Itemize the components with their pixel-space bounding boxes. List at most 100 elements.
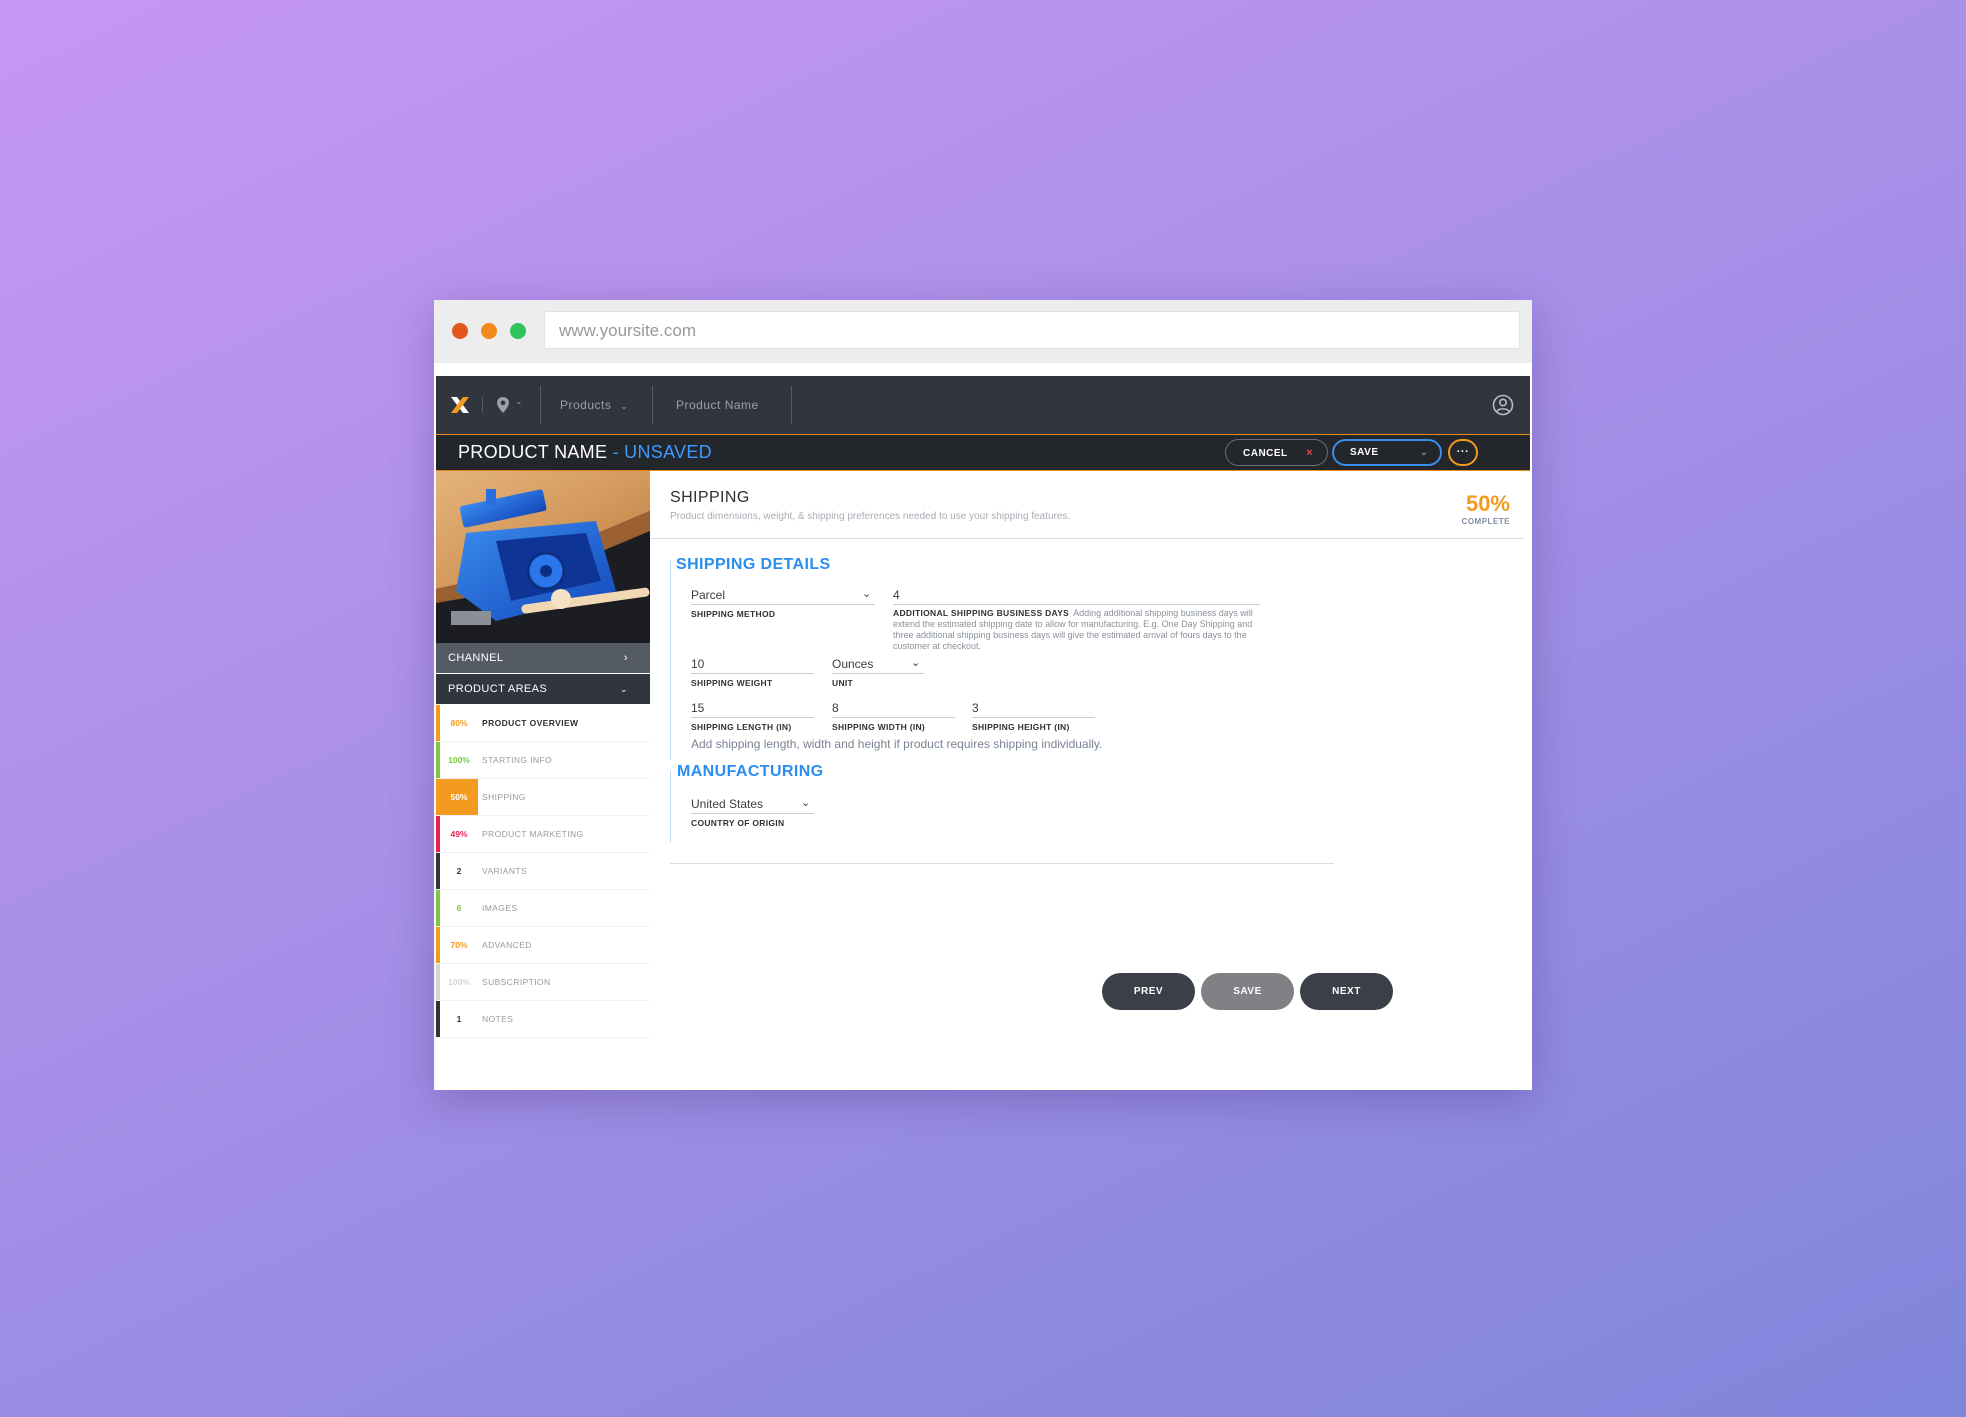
sidebar-item-starting-info[interactable]: 100% STARTING INFO: [436, 742, 650, 779]
sidebar-item-label: PRODUCT MARKETING: [482, 829, 584, 839]
shipping-width-input[interactable]: 8: [832, 701, 839, 715]
sidebar-item-notes[interactable]: 1 NOTES: [436, 1001, 650, 1038]
bench-vise-image: [436, 471, 650, 643]
footer-divider: [670, 863, 1334, 864]
sidebar-item-label: SUBSCRIPTION: [482, 977, 551, 987]
sidebar-item-label: SHIPPING: [482, 792, 526, 802]
nav-products-label: Products: [560, 398, 612, 412]
country-of-origin-label: COUNTRY OF ORIGIN: [691, 818, 785, 828]
completion-percent: 50%: [1465, 491, 1510, 516]
location-pin-icon[interactable]: [496, 396, 510, 414]
sidebar-item-progress: 100%: [448, 755, 470, 765]
location-chevron-down-icon[interactable]: ⌄: [515, 396, 523, 407]
section-title: SHIPPING: [670, 489, 750, 506]
shipping-method-label: SHIPPING METHOD: [691, 609, 776, 619]
main-content: SHIPPING Product dimensions, weight, & s…: [650, 471, 1530, 1090]
save-button[interactable]: SAVE: [1201, 973, 1294, 1010]
sidebar-item-progress: 100%: [448, 977, 470, 987]
sidebar-item-progress: 6: [456, 903, 462, 913]
sidebar-item-label: VARIANTS: [482, 866, 528, 876]
channel-label: CHANNEL: [448, 652, 504, 664]
maximize-window-dot[interactable]: [510, 323, 526, 339]
field-underline: [691, 604, 875, 605]
nav-product-name[interactable]: Product Name: [676, 376, 759, 434]
dimensions-hint: Add shipping length, width and height if…: [691, 737, 1103, 751]
sidebar-item-progress: 1: [456, 1014, 462, 1024]
user-circle-icon[interactable]: [1492, 394, 1514, 416]
sidebar-item-subscription[interactable]: 100% SUBSCRIPTION: [436, 964, 650, 1001]
shipping-width-label: SHIPPING WIDTH (IN): [832, 722, 926, 732]
sidebar-item-progress: 80%: [450, 718, 468, 728]
shipping-length-label: SHIPPING LENGTH (IN): [691, 722, 792, 732]
chevron-down-icon: ⌄: [620, 401, 629, 411]
brand-logo-icon[interactable]: [449, 394, 471, 416]
chevron-down-icon: ⌄: [1419, 447, 1428, 457]
field-underline: [972, 717, 1095, 718]
shipping-height-label: SHIPPING HEIGHT (IN): [972, 722, 1070, 732]
field-underline: [691, 717, 814, 718]
close-icon: ×: [1306, 447, 1313, 459]
manufacturing-title: MANUFACTURING: [677, 763, 824, 780]
page-title: PRODUCT NAME - UNSAVED: [458, 435, 712, 470]
unsaved-status: - UNSAVED: [607, 442, 712, 462]
field-underline: [832, 673, 924, 674]
sidebar-item-label: IMAGES: [482, 903, 518, 913]
nav-divider: [482, 397, 483, 413]
sidebar-item-product-marketing[interactable]: 49% PRODUCT MARKETING: [436, 816, 650, 853]
sidebar-item-shipping[interactable]: 50% SHIPPING: [436, 779, 650, 816]
unit-select[interactable]: Ounces: [832, 657, 873, 671]
country-of-origin-select[interactable]: United States: [691, 797, 763, 811]
cancel-button-label: CANCEL: [1243, 448, 1288, 459]
section-divider: [650, 538, 1524, 539]
chevron-down-icon: ⌄: [911, 657, 921, 669]
sidebar-item-progress: 70%: [450, 940, 468, 950]
minimize-window-dot[interactable]: [481, 323, 497, 339]
business-days-help: ADDITIONAL SHIPPING BUSINESS DAYS Adding …: [893, 608, 1258, 652]
business-days-input[interactable]: 4: [893, 588, 900, 602]
more-options-button[interactable]: ···: [1448, 439, 1478, 466]
field-underline: [832, 717, 955, 718]
product-areas-toggle[interactable]: PRODUCT AREAS ⌄: [436, 674, 650, 704]
nav-divider: [652, 386, 653, 424]
sidebar-item-advanced[interactable]: 70% ADVANCED: [436, 927, 650, 964]
group-guide-line: [670, 560, 671, 760]
save-dropdown-button[interactable]: SAVE ⌄: [1332, 439, 1442, 466]
sidebar-item-label: PRODUCT OVERVIEW: [482, 718, 579, 728]
channel-toggle[interactable]: CHANNEL ›: [436, 643, 650, 673]
nav-products[interactable]: Products ⌄: [560, 376, 628, 434]
field-underline: [691, 673, 814, 674]
shipping-method-select[interactable]: Parcel: [691, 588, 725, 602]
sidebar-item-variants[interactable]: 2 VARIANTS: [436, 853, 650, 890]
prev-button[interactable]: PREV: [1102, 973, 1195, 1010]
sidebar-item-images[interactable]: 6 IMAGES: [436, 890, 650, 927]
group-guide-line: [670, 771, 671, 843]
cancel-button[interactable]: CANCEL ×: [1225, 439, 1328, 466]
top-nav: ⌄ Products ⌄ Product Name: [436, 376, 1530, 434]
nav-divider: [540, 386, 541, 424]
save-button-label: SAVE: [1350, 447, 1379, 458]
browser-window: www.yoursite.com ⌄ Products ⌄ Product Na…: [434, 300, 1532, 1090]
product-areas-label: PRODUCT AREAS: [448, 683, 548, 695]
field-underline: [691, 813, 814, 814]
shipping-weight-input[interactable]: 10: [691, 657, 704, 671]
shipping-details-title: SHIPPING DETAILS: [676, 556, 831, 573]
section-subtitle: Product dimensions, weight, & shipping p…: [670, 511, 1071, 522]
title-bar: PRODUCT NAME - UNSAVED CANCEL × SAVE ⌄ ·…: [436, 434, 1530, 471]
sidebar-item-progress: 50%: [440, 779, 478, 815]
shipping-height-input[interactable]: 3: [972, 701, 979, 715]
chevron-right-icon: ›: [623, 652, 628, 664]
completion-label: COMPLETE: [1461, 517, 1510, 526]
address-bar[interactable]: www.yoursite.com: [544, 311, 1520, 349]
product-title: PRODUCT NAME: [458, 442, 608, 462]
sidebar-item-label: NOTES: [482, 1014, 514, 1024]
product-image: [436, 471, 650, 643]
field-underline: [893, 604, 1260, 605]
shipping-length-input[interactable]: 15: [691, 701, 704, 715]
app: ⌄ Products ⌄ Product Name PRODUCT NAME -…: [436, 376, 1530, 1090]
chevron-down-icon: ⌄: [620, 684, 628, 694]
next-button[interactable]: NEXT: [1300, 973, 1393, 1010]
sidebar-item-progress: 2: [456, 866, 462, 876]
sidebar-item-product-overview[interactable]: 80% PRODUCT OVERVIEW: [436, 705, 650, 742]
chevron-down-icon: ⌄: [862, 588, 872, 600]
close-window-dot[interactable]: [452, 323, 468, 339]
